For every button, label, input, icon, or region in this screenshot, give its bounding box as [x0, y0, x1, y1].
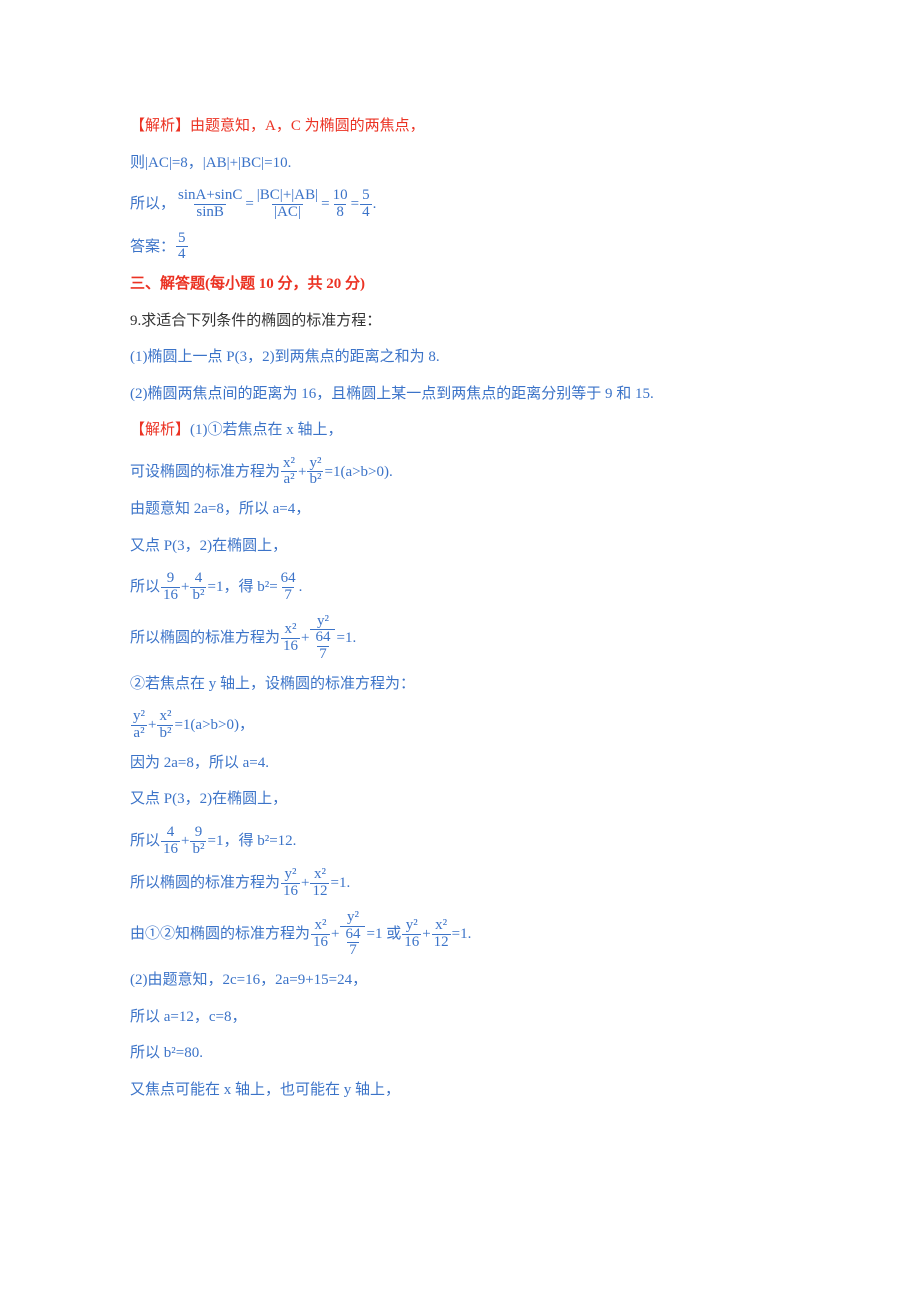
text: =1，得 b²=12.: [207, 830, 296, 853]
text: 由题意知 2a=8，所以 a=4，: [130, 498, 790, 521]
fraction: y²16: [281, 867, 300, 900]
fraction: 916: [161, 571, 180, 604]
equation-line: 所以， sinA+sinCsinB = |BC|+|AB||AC| = 108 …: [130, 188, 790, 221]
fraction: 647: [279, 571, 298, 604]
text: 又焦点可能在 x 轴上，也可能在 y 轴上，: [130, 1079, 790, 1102]
text: 又点 P(3，2)在椭圆上，: [130, 788, 790, 811]
text: 所以 a=12，c=8，: [130, 1006, 790, 1029]
fraction: 9b²: [190, 825, 206, 858]
equation-line: 由①②知椭圆的标准方程为 x²16 + y² 647 =1 或 y²16 + x…: [130, 910, 790, 959]
fraction: 4b²: [190, 571, 206, 604]
question-stem: 9.求适合下列条件的椭圆的标准方程：: [130, 310, 790, 333]
fraction: y²16: [402, 918, 421, 951]
text: =1(a>b>0)，: [174, 714, 254, 737]
text: (2)由题意知，2c=16，2a=9+15=24，: [130, 969, 790, 992]
answer-line: 答案： 54: [130, 231, 790, 264]
equation-line: 所以 416 + 9b² =1，得 b²=12.: [130, 825, 790, 858]
text: 因为 2a=8，所以 a=4.: [130, 752, 790, 775]
text: 所以: [130, 830, 160, 853]
analysis-label: 【解析】: [130, 422, 190, 438]
fraction: 647: [313, 630, 332, 663]
period: .: [299, 576, 303, 599]
plus: +: [422, 923, 430, 946]
plus: +: [298, 461, 306, 484]
text: 所以: [130, 576, 160, 599]
fraction: x²12: [310, 867, 329, 900]
fraction: |BC|+|AB||AC|: [255, 188, 320, 221]
text: (1)①若焦点在 x 轴上，: [190, 422, 343, 438]
fraction: y²a²: [131, 709, 147, 742]
text: 所以，: [130, 193, 175, 216]
text: 所以椭圆的标准方程为: [130, 627, 280, 650]
fraction: 647: [343, 927, 362, 960]
fraction: 416: [161, 825, 180, 858]
text: =1.: [452, 923, 472, 946]
equals: =: [351, 193, 359, 216]
plus: +: [181, 576, 189, 599]
fraction: x²b²: [157, 709, 173, 742]
equation-line: 所以椭圆的标准方程为 x²16 + y² 647 =1.: [130, 614, 790, 663]
text: 可设椭圆的标准方程为: [130, 461, 280, 484]
plus: +: [148, 714, 156, 737]
fraction: 54: [176, 231, 188, 264]
equals: =: [245, 193, 253, 216]
plus: +: [181, 830, 189, 853]
fraction: y²b²: [307, 456, 323, 489]
fraction: x²16: [311, 918, 330, 951]
fraction: 54: [360, 188, 372, 221]
complex-fraction: y² 647: [340, 910, 365, 959]
analysis-start: 【解析】(1)①若焦点在 x 轴上，: [130, 419, 790, 442]
fraction: x²16: [281, 622, 300, 655]
sub-question: (2)椭圆两焦点间的距离为 16，且椭圆上某一点到两焦点的距离分别等于 9 和 …: [130, 383, 790, 406]
text: ②若焦点在 y 轴上，设椭圆的标准方程为：: [130, 673, 790, 696]
sub-question: (1)椭圆上一点 P(3，2)到两焦点的距离之和为 8.: [130, 346, 790, 369]
equation-line: 所以 916 + 4b² =1，得 b²= 647 .: [130, 571, 790, 604]
equation-line: y²a² + x²b² =1(a>b>0)，: [130, 709, 790, 742]
text: 则|AC|=8，|AB|+|BC|=10.: [130, 152, 790, 175]
equation-line: 可设椭圆的标准方程为 x²a² + y²b² =1(a>b>0).: [130, 456, 790, 489]
section-heading: 三、解答题(每小题 10 分，共 20 分): [130, 273, 790, 296]
fraction: x²12: [432, 918, 451, 951]
period: .: [373, 193, 377, 216]
text: 又点 P(3，2)在椭圆上，: [130, 535, 790, 558]
plus: +: [301, 627, 309, 650]
equals: =: [321, 193, 329, 216]
fraction: sinA+sinCsinB: [176, 188, 244, 221]
text: 所以椭圆的标准方程为: [130, 872, 280, 895]
text: =1.: [330, 872, 350, 895]
plus: +: [331, 923, 339, 946]
plus: +: [301, 872, 309, 895]
text: 所以 b²=80.: [130, 1042, 790, 1065]
analysis-label: 【解析】由题意知，A，C 为椭圆的两焦点，: [130, 115, 790, 138]
fraction: 108: [331, 188, 350, 221]
answer-label: 答案：: [130, 236, 175, 259]
text: 由①②知椭圆的标准方程为: [130, 923, 310, 946]
text: =1，得 b²=: [207, 576, 277, 599]
fraction: x²a²: [281, 456, 297, 489]
complex-fraction: y² 647: [310, 614, 335, 663]
text: =1(a>b>0).: [324, 461, 392, 484]
equation-line: 所以椭圆的标准方程为 y²16 + x²12 =1.: [130, 867, 790, 900]
text: =1.: [336, 627, 356, 650]
text: =1 或: [366, 923, 401, 946]
